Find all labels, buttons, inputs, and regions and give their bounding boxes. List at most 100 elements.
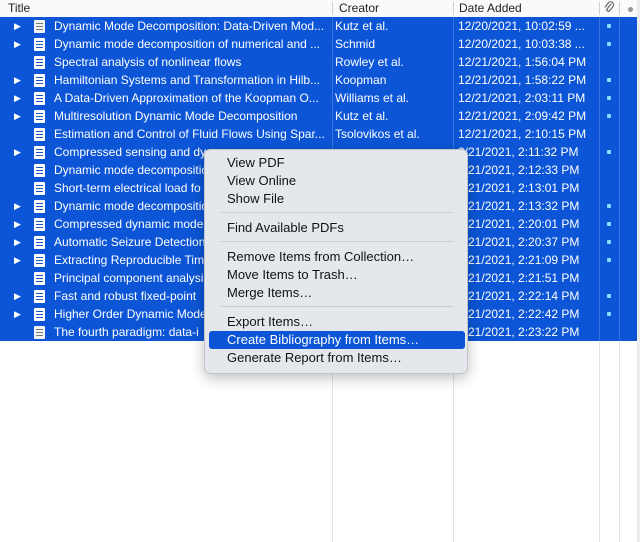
document-icon xyxy=(34,110,45,123)
column-divider xyxy=(619,17,620,542)
document-icon xyxy=(34,182,45,195)
expand-twisty-icon[interactable]: ▶ xyxy=(14,107,24,125)
menu-item-export-items[interactable]: Export Items… xyxy=(209,313,465,331)
attachment-dot-icon xyxy=(607,258,611,262)
expand-twisty-icon[interactable]: ▶ xyxy=(14,251,24,269)
item-title: A Data-Driven Approximation of the Koopm… xyxy=(54,91,319,105)
document-icon xyxy=(34,56,45,69)
table-row[interactable]: ▶ Hamiltonian Systems and Transformation … xyxy=(0,71,637,89)
item-creator: Kutz et al. xyxy=(335,109,389,123)
item-date-added: 2/21/2021, 2:13:01 PM xyxy=(458,181,580,195)
menu-separator xyxy=(221,241,453,242)
item-date-added: 2/21/2021, 2:12:33 PM xyxy=(458,163,580,177)
table-header: Title Creator Date Added xyxy=(0,0,640,18)
item-creator: Schmid xyxy=(335,37,376,51)
item-date-added: 2/21/2021, 2:22:14 PM xyxy=(458,289,580,303)
item-date-added: 2/21/2021, 2:21:09 PM xyxy=(458,253,580,267)
item-date-added: 2/21/2021, 2:20:01 PM xyxy=(458,217,580,231)
attachment-dot-icon xyxy=(607,312,611,316)
expand-twisty-icon[interactable]: ▶ xyxy=(14,233,24,251)
item-date-added: 2/21/2021, 2:21:51 PM xyxy=(458,271,580,285)
item-date-added: 2/21/2021, 2:11:32 PM xyxy=(458,145,579,159)
item-title: Dynamic Mode Decomposition: Data-Driven … xyxy=(54,19,325,33)
unread-dot-icon[interactable] xyxy=(620,0,637,17)
attachment-dot-icon xyxy=(607,42,611,46)
attachment-dot-icon xyxy=(607,24,611,28)
expand-twisty-icon[interactable]: ▶ xyxy=(14,17,24,35)
document-icon xyxy=(34,164,45,177)
expand-twisty-icon[interactable]: ▶ xyxy=(14,215,24,233)
column-header-date-added[interactable]: Date Added xyxy=(453,0,599,17)
item-date-added: 2/21/2021, 2:20:37 PM xyxy=(458,235,580,249)
menu-item-move-items-to-trash[interactable]: Move Items to Trash… xyxy=(209,266,465,284)
item-title: Spectral analysis of nonlinear flows xyxy=(54,55,242,69)
expand-twisty-icon[interactable]: ▶ xyxy=(14,197,24,215)
table-row[interactable]: ▶ Dynamic Mode Decomposition: Data-Driven… xyxy=(0,17,637,35)
item-title: Estimation and Control of Fluid Flows Us… xyxy=(54,127,325,141)
document-icon xyxy=(34,146,45,159)
attachment-dot-icon xyxy=(607,204,611,208)
item-title: Dynamic mode decomposition of numerical … xyxy=(54,37,321,51)
attachment-dot-icon xyxy=(607,78,611,82)
document-icon xyxy=(34,290,45,303)
table-row[interactable]: ▶ A Data-Driven Approximation of the Koop… xyxy=(0,89,637,107)
paperclip-icon[interactable] xyxy=(601,0,619,17)
menu-item-show-file[interactable]: Show File xyxy=(209,190,465,208)
item-date-added: 12/20/2021, 10:02:59 ... xyxy=(458,19,585,33)
context-menu: View PDF View Online Show File Find Availab… xyxy=(204,149,468,374)
column-divider-selected xyxy=(619,17,620,341)
item-date-added: 2/21/2021, 2:13:32 PM xyxy=(458,199,580,213)
column-header-creator[interactable]: Creator xyxy=(333,0,453,17)
item-creator: Williams et al. xyxy=(335,91,410,105)
table-row[interactable]: ▶ Dynamic mode decomposition of numerical… xyxy=(0,35,637,53)
item-date-added: 12/21/2021, 1:58:22 PM xyxy=(458,73,587,87)
attachment-dot-icon xyxy=(607,294,611,298)
menu-separator xyxy=(221,212,453,213)
item-date-added: 12/21/2021, 1:56:04 PM xyxy=(458,55,587,69)
attachment-dot-icon xyxy=(607,150,611,154)
document-icon xyxy=(34,272,45,285)
attachment-dot-icon xyxy=(607,96,611,100)
column-divider-selected xyxy=(599,17,600,341)
column-header-title[interactable]: Title xyxy=(2,0,332,17)
item-creator: Tsolovikos et al. xyxy=(335,127,420,141)
document-icon xyxy=(34,236,45,249)
expand-twisty-icon[interactable]: ▶ xyxy=(14,305,24,323)
menu-item-remove-items-from-collection[interactable]: Remove Items from Collection… xyxy=(209,248,465,266)
item-title: Multiresolution Dynamic Mode Decompositi… xyxy=(54,109,298,123)
document-icon xyxy=(34,74,45,87)
document-icon xyxy=(34,200,45,213)
column-divider[interactable] xyxy=(599,2,600,15)
book-icon xyxy=(34,20,45,33)
column-divider xyxy=(599,17,600,542)
item-creator: Kutz et al. xyxy=(335,19,389,33)
attachment-dot-icon xyxy=(607,222,611,226)
menu-item-merge-items[interactable]: Merge Items… xyxy=(209,284,465,302)
item-date-added: 2/21/2021, 2:22:42 PM xyxy=(458,307,580,321)
item-date-added: 12/21/2021, 2:10:15 PM xyxy=(458,127,587,141)
expand-twisty-icon[interactable]: ▶ xyxy=(14,89,24,107)
item-date-added: 12/21/2021, 2:03:11 PM xyxy=(458,91,586,105)
item-creator: Rowley et al. xyxy=(335,55,404,69)
document-icon xyxy=(34,254,45,267)
document-icon xyxy=(34,92,45,105)
expand-twisty-icon[interactable]: ▶ xyxy=(14,71,24,89)
document-icon xyxy=(34,308,45,321)
table-row[interactable]: Spectral analysis of nonlinear flows Rowl… xyxy=(0,53,637,71)
document-icon xyxy=(34,218,45,231)
attachment-dot-icon xyxy=(607,114,611,118)
item-date-added: 2/21/2021, 2:23:22 PM xyxy=(458,325,580,339)
document-icon xyxy=(34,38,45,51)
menu-item-view-online[interactable]: View Online xyxy=(209,172,465,190)
expand-twisty-icon[interactable]: ▶ xyxy=(14,143,24,161)
menu-item-find-available-pdfs[interactable]: Find Available PDFs xyxy=(209,219,465,237)
item-creator: Koopman xyxy=(335,73,387,87)
item-title: Hamiltonian Systems and Transformation i… xyxy=(54,73,321,87)
table-row[interactable]: Estimation and Control of Fluid Flows Us… xyxy=(0,125,637,143)
menu-item-generate-report-from-items[interactable]: Generate Report from Items… xyxy=(209,349,465,367)
table-row[interactable]: ▶ Multiresolution Dynamic Mode Decomposit… xyxy=(0,107,637,125)
menu-item-view-pdf[interactable]: View PDF xyxy=(209,154,465,172)
expand-twisty-icon[interactable]: ▶ xyxy=(14,287,24,305)
expand-twisty-icon[interactable]: ▶ xyxy=(14,35,24,53)
menu-item-create-bibliography-from-items[interactable]: Create Bibliography from Items… xyxy=(209,331,465,349)
